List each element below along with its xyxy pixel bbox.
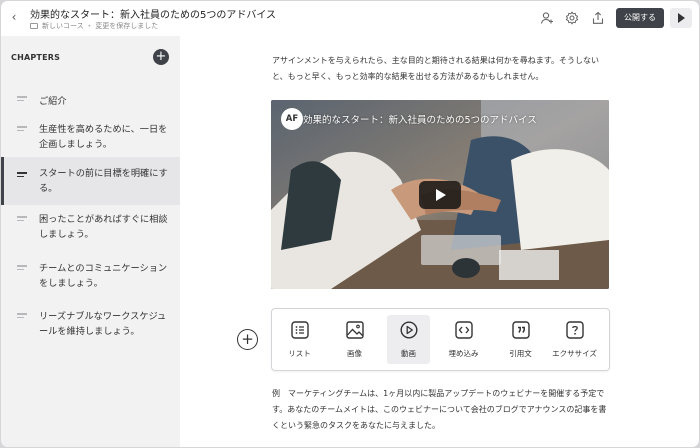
video-embed[interactable]: AF 効果的なスタート：新入社員のための5つのアドバイス [271,100,609,289]
video-play-icon [400,321,418,339]
insert-embed-button[interactable]: 埋め込み [442,315,485,364]
video-title[interactable]: 効果的なスタート：新入社員のための5つのアドバイス [303,112,537,126]
chapter-lines-icon [17,126,27,133]
chapter-item[interactable]: 生産性を高めるために、一日を企画しましょう。 [1,120,180,156]
chapter-label: スタートの前に目標を明確にする。 [39,168,168,194]
quote-icon [512,321,530,339]
back-chevron-icon[interactable]: ‹ [8,10,20,24]
save-status: 変更を保存しました [95,22,159,30]
folder-icon [30,23,38,29]
chapters-heading: CHAPTERS [11,53,61,62]
insert-video-button[interactable]: 動画 [387,315,430,364]
chapter-label: 生産性を高めるために、一日を企画しましょう。 [39,124,168,150]
channel-avatar: AF [281,108,303,130]
chapter-lines-icon [17,172,27,179]
chapter-lines-icon [17,216,27,223]
chapter-lines-icon [17,96,27,103]
example-paragraph[interactable]: 例 マーケティングチームは、1ヶ月以内に製品アップデートのウェビナーを開催する予… [272,386,612,434]
insert-list-button[interactable]: リスト [278,315,321,364]
chapter-label: リーズナブルなワークスケジュールを維持しましょう。 [39,311,167,337]
add-chapter-button[interactable]: + [153,49,169,65]
insert-quote-button[interactable]: 引用文 [499,315,542,364]
top-bar: ‹ 効果的なスタート：新入社員のための5つのアドバイス 新しいコース • 変更を… [1,1,699,36]
chapter-lines-icon [17,313,27,320]
video-play-button[interactable] [419,181,461,209]
block-insert-toolbar: リスト 画像 動画 埋め込み 引用文 エクササイズ [271,308,610,371]
embed-icon [455,321,473,339]
exercise-icon [566,321,584,339]
list-icon [291,321,309,339]
chapter-item-active[interactable]: スタートの前に目標を明確にする。 [1,157,180,205]
insert-image-button[interactable]: 画像 [333,315,376,364]
chapters-sidebar: CHAPTERS + ご紹介 生産性を高めるために、一日を企画しましょう。 スタ… [1,36,180,447]
publish-button[interactable]: 公開する [616,8,664,28]
chapter-label: 困ったことがあればすぐに相談しましょう。 [39,214,168,240]
breadcrumb[interactable]: 新しいコース [42,21,84,31]
tool-label: リスト [288,349,311,358]
app-window: ‹ 効果的なスタート：新入社員のための5つのアドバイス 新しいコース • 変更を… [1,1,699,447]
tool-label: 動画 [401,349,416,358]
separator-dot: • [87,22,92,30]
image-icon [346,321,364,339]
chapter-lines-icon [17,265,27,272]
course-title: 効果的なスタート：新入社員のための5つのアドバイス [30,10,277,21]
editor-canvas: アサインメントを与えられたら、主な目的と期待される結果は何かを尋ねます。そうしな… [180,36,699,447]
share-icon[interactable] [591,11,605,25]
intro-paragraph[interactable]: アサインメントを与えられたら、主な目的と期待される結果は何かを尋ねます。そうしな… [272,53,612,85]
chapter-item[interactable]: ご紹介 [1,88,180,118]
gear-icon[interactable] [565,11,579,25]
insert-exercise-button[interactable]: エクササイズ [552,315,597,364]
chapter-label: チームとのコミュニケーションをしましょう。 [39,263,168,289]
chapter-item[interactable]: チームとのコミュニケーションをしましょう。 [1,259,180,295]
tool-label: エクササイズ [552,349,597,358]
chapter-item[interactable]: 困ったことがあればすぐに相談しましょう。 [1,210,180,246]
course-meta: 新しいコース • 変更を保存しました [30,21,158,31]
add-user-icon[interactable] [540,11,554,25]
preview-play-button[interactable] [670,8,692,28]
tool-label: 埋め込み [448,349,479,358]
chapter-label: ご紹介 [39,96,67,107]
chapter-item[interactable]: リーズナブルなワークスケジュールを維持しましょう。 [1,307,180,343]
insert-block-button[interactable]: + [237,329,258,350]
